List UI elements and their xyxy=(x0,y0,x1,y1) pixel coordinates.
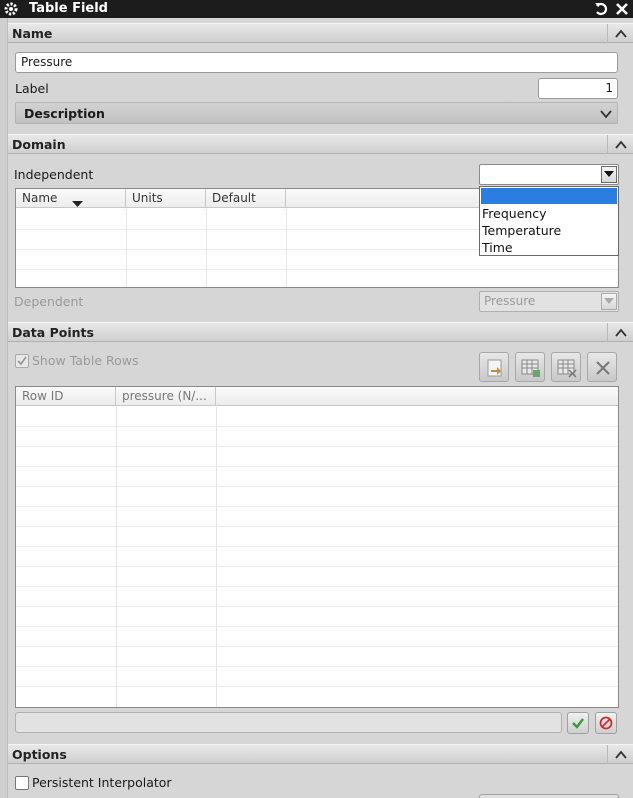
remove-table-icon xyxy=(557,358,577,381)
independent-dropdown-list[interactable]: Frequency Temperature Time xyxy=(479,186,619,256)
label-input[interactable]: 1 xyxy=(538,78,618,99)
grid-divider xyxy=(16,446,618,447)
column-header-default[interactable]: Default xyxy=(206,189,286,208)
grid-divider xyxy=(216,407,217,707)
insert-row-button[interactable] xyxy=(479,352,509,382)
column-header-pressure[interactable]: pressure (N/... xyxy=(116,387,216,406)
grid-divider xyxy=(16,466,618,467)
sort-down-icon[interactable] xyxy=(72,195,83,213)
label-caption: Label xyxy=(15,81,49,96)
grid-divider xyxy=(16,426,618,427)
no-entry-icon xyxy=(599,716,613,733)
add-table-button[interactable] xyxy=(515,352,545,382)
accept-button[interactable] xyxy=(567,712,589,734)
column-header-label: Name xyxy=(22,191,58,205)
dropdown-arrow-icon[interactable] xyxy=(601,166,617,183)
column-header-name[interactable]: Name xyxy=(16,189,126,208)
delete-icon xyxy=(593,358,613,381)
chevron-down-icon[interactable] xyxy=(600,108,612,122)
dependent-select-value: Pressure xyxy=(484,294,536,308)
show-table-rows-label: Show Table Rows xyxy=(32,353,139,368)
grid-divider xyxy=(16,666,618,667)
column-header-row-id[interactable]: Row ID xyxy=(16,387,116,406)
add-table-icon xyxy=(521,358,541,381)
options-section-header[interactable]: Options xyxy=(8,744,633,764)
description-title: Description xyxy=(24,106,105,121)
dropdown-option-frequency[interactable]: Frequency xyxy=(482,206,547,221)
grid-divider xyxy=(16,269,618,270)
data-points-table[interactable]: Row ID pressure (N/... xyxy=(15,386,619,708)
data-points-table-header: Row ID pressure (N/... xyxy=(16,387,618,406)
name-input[interactable]: Pressure xyxy=(15,52,618,73)
column-header-units[interactable]: Units xyxy=(126,189,206,208)
close-icon[interactable] xyxy=(613,0,631,18)
grid-divider xyxy=(16,506,618,507)
chevron-up-icon[interactable] xyxy=(607,135,633,154)
dropdown-option-temperature[interactable]: Temperature xyxy=(482,223,561,238)
chevron-up-icon[interactable] xyxy=(607,745,633,764)
grid-divider xyxy=(116,407,117,707)
chevron-up-icon[interactable] xyxy=(607,24,633,43)
persistent-interpolator-checkbox[interactable] xyxy=(15,776,29,790)
window-left-edge xyxy=(0,18,8,798)
independent-select[interactable] xyxy=(479,164,619,185)
grid-divider xyxy=(286,209,287,287)
domain-section-header[interactable]: Domain xyxy=(8,134,633,154)
reset-icon[interactable] xyxy=(592,0,610,18)
options-section-title: Options xyxy=(12,747,67,762)
dependent-caption: Dependent xyxy=(14,294,84,309)
grid-divider xyxy=(126,209,127,287)
column-header-label: pressure (N/... xyxy=(122,389,207,403)
grid-divider xyxy=(16,566,618,567)
grid-divider xyxy=(16,606,618,607)
checkmark-icon xyxy=(571,716,585,733)
grid-divider xyxy=(206,209,207,287)
cell-edit-input xyxy=(15,712,562,733)
window-title: Table Field xyxy=(29,1,108,16)
title-bar: Table Field xyxy=(0,0,633,18)
dependent-select: Pressure xyxy=(479,291,619,312)
show-table-rows-checkbox xyxy=(15,354,29,368)
data-points-section-title: Data Points xyxy=(12,325,94,340)
name-section-title: Name xyxy=(12,26,53,41)
gear-icon[interactable] xyxy=(3,1,19,17)
grid-divider xyxy=(16,686,618,687)
grid-divider xyxy=(16,486,618,487)
grid-divider xyxy=(16,546,618,547)
column-header-label: Row ID xyxy=(22,389,64,403)
options-control-partial[interactable] xyxy=(479,794,619,798)
delete-button[interactable] xyxy=(587,352,617,382)
remove-table-button[interactable] xyxy=(551,352,581,382)
chevron-up-icon[interactable] xyxy=(607,323,633,342)
dropdown-arrow-icon xyxy=(601,293,617,310)
dropdown-option-blank[interactable] xyxy=(481,188,617,204)
column-header-label: Units xyxy=(132,191,163,205)
name-section-header[interactable]: Name xyxy=(8,23,633,43)
cancel-button[interactable] xyxy=(595,712,617,734)
insert-row-icon xyxy=(485,358,505,381)
description-subsection[interactable]: Description xyxy=(15,102,618,124)
domain-section-title: Domain xyxy=(12,137,66,152)
grid-divider xyxy=(16,646,618,647)
independent-caption: Independent xyxy=(14,167,94,182)
dropdown-option-time[interactable]: Time xyxy=(482,240,513,255)
persistent-interpolator-label: Persistent Interpolator xyxy=(32,775,172,790)
grid-divider xyxy=(16,626,618,627)
grid-divider xyxy=(16,586,618,587)
grid-divider xyxy=(16,526,618,527)
data-points-section-header[interactable]: Data Points xyxy=(8,322,633,342)
column-header-label: Default xyxy=(212,191,256,205)
